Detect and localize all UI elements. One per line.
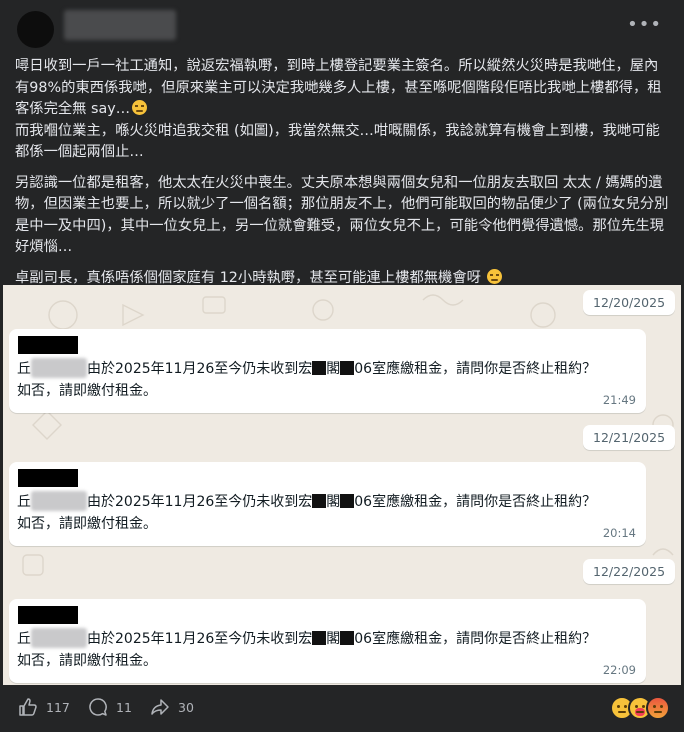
sender-redacted: [18, 336, 78, 354]
message-time: 22:09: [602, 663, 636, 677]
date-chip: 12/21/2025: [583, 425, 676, 450]
comment-button[interactable]: 11: [88, 697, 132, 717]
chat-message[interactable]: 丘由於2025年11月26至今仍未收到宏閣 06室應繳租金，請問你是否終止租約？ …: [9, 462, 646, 546]
share-count: 30: [178, 699, 194, 715]
thumbs-up-icon: [19, 698, 37, 716]
chat-screenshot[interactable]: 12/20/2025 丘由於2025年11月26至今仍未收到宏閣 06室應繳租金，…: [3, 285, 681, 685]
post-paragraph: 噚日收到一戶一社工通知，說返宏福執嘢，到時上樓登記要業主簽名。所以縱然火災時是我…: [15, 58, 662, 117]
redaction-box: [312, 494, 327, 508]
expressionless-emoji: [487, 268, 503, 284]
share-arrow-icon: [151, 699, 169, 715]
sweat-smile-emoji: [132, 100, 147, 115]
comment-count: 11: [116, 699, 132, 715]
sender-redacted: [18, 469, 78, 487]
post-paragraph: 另認識一位都是租客，他太太在火災中喪生。丈夫原本想與兩個女兒和一位朋友去取回 太…: [15, 174, 669, 256]
chat-message[interactable]: 丘由於2025年11月26至今仍未收到宏閣 06室應繳租金，請問你是否終止租約？ …: [9, 599, 646, 683]
date-chip: 12/22/2025: [583, 559, 676, 584]
redaction-box: [340, 361, 355, 375]
redaction-box: [340, 494, 355, 508]
share-button[interactable]: 30: [150, 697, 194, 717]
angry-reaction-icon: [646, 696, 670, 720]
post-footer: 117 11 30: [0, 685, 684, 732]
chat-message[interactable]: 丘由於2025年11月26至今仍未收到宏閣 06室應繳租金，請問你是否終止租約？ …: [9, 329, 646, 413]
redacted-name: [31, 491, 87, 511]
message-text: 丘由於2025年11月26至今仍未收到宏閣 06室應繳租金，請問你是否終止租約？ …: [17, 491, 637, 535]
message-text: 丘由於2025年11月26至今仍未收到宏閣 06室應繳租金，請問你是否終止租約？ …: [17, 358, 637, 402]
reaction-summary[interactable]: [610, 696, 670, 720]
redaction-box: [312, 361, 327, 375]
message-text: 丘由於2025年11月26至今仍未收到宏閣 06室應繳租金，請問你是否終止租約？ …: [17, 628, 637, 672]
author-name-blurred[interactable]: [64, 10, 176, 40]
redaction-box: [340, 631, 355, 645]
more-options-icon[interactable]: •••: [627, 16, 662, 34]
redacted-name: [31, 358, 87, 378]
post-header: •••: [0, 0, 684, 52]
redaction-box: [312, 631, 327, 645]
comment-bubble-icon: [89, 698, 107, 716]
date-chip: 12/20/2025: [583, 290, 676, 315]
like-button[interactable]: 117: [18, 697, 70, 717]
post-paragraph: 而我嗰位業主，喺火災咁追我交租 (如圖)，我當然無交…咁嘅關係，我諗就算有機會上…: [15, 122, 660, 161]
avatar[interactable]: [17, 11, 54, 48]
redacted-name: [31, 628, 87, 648]
like-count: 117: [46, 699, 70, 715]
message-time: 21:49: [602, 393, 636, 407]
message-time: 20:14: [602, 526, 636, 540]
sender-redacted: [18, 606, 78, 624]
post-body: 噚日收到一戶一社工通知，說返宏福執嘢，到時上樓登記要業主簽名。所以縱然火災時是我…: [15, 56, 669, 298]
